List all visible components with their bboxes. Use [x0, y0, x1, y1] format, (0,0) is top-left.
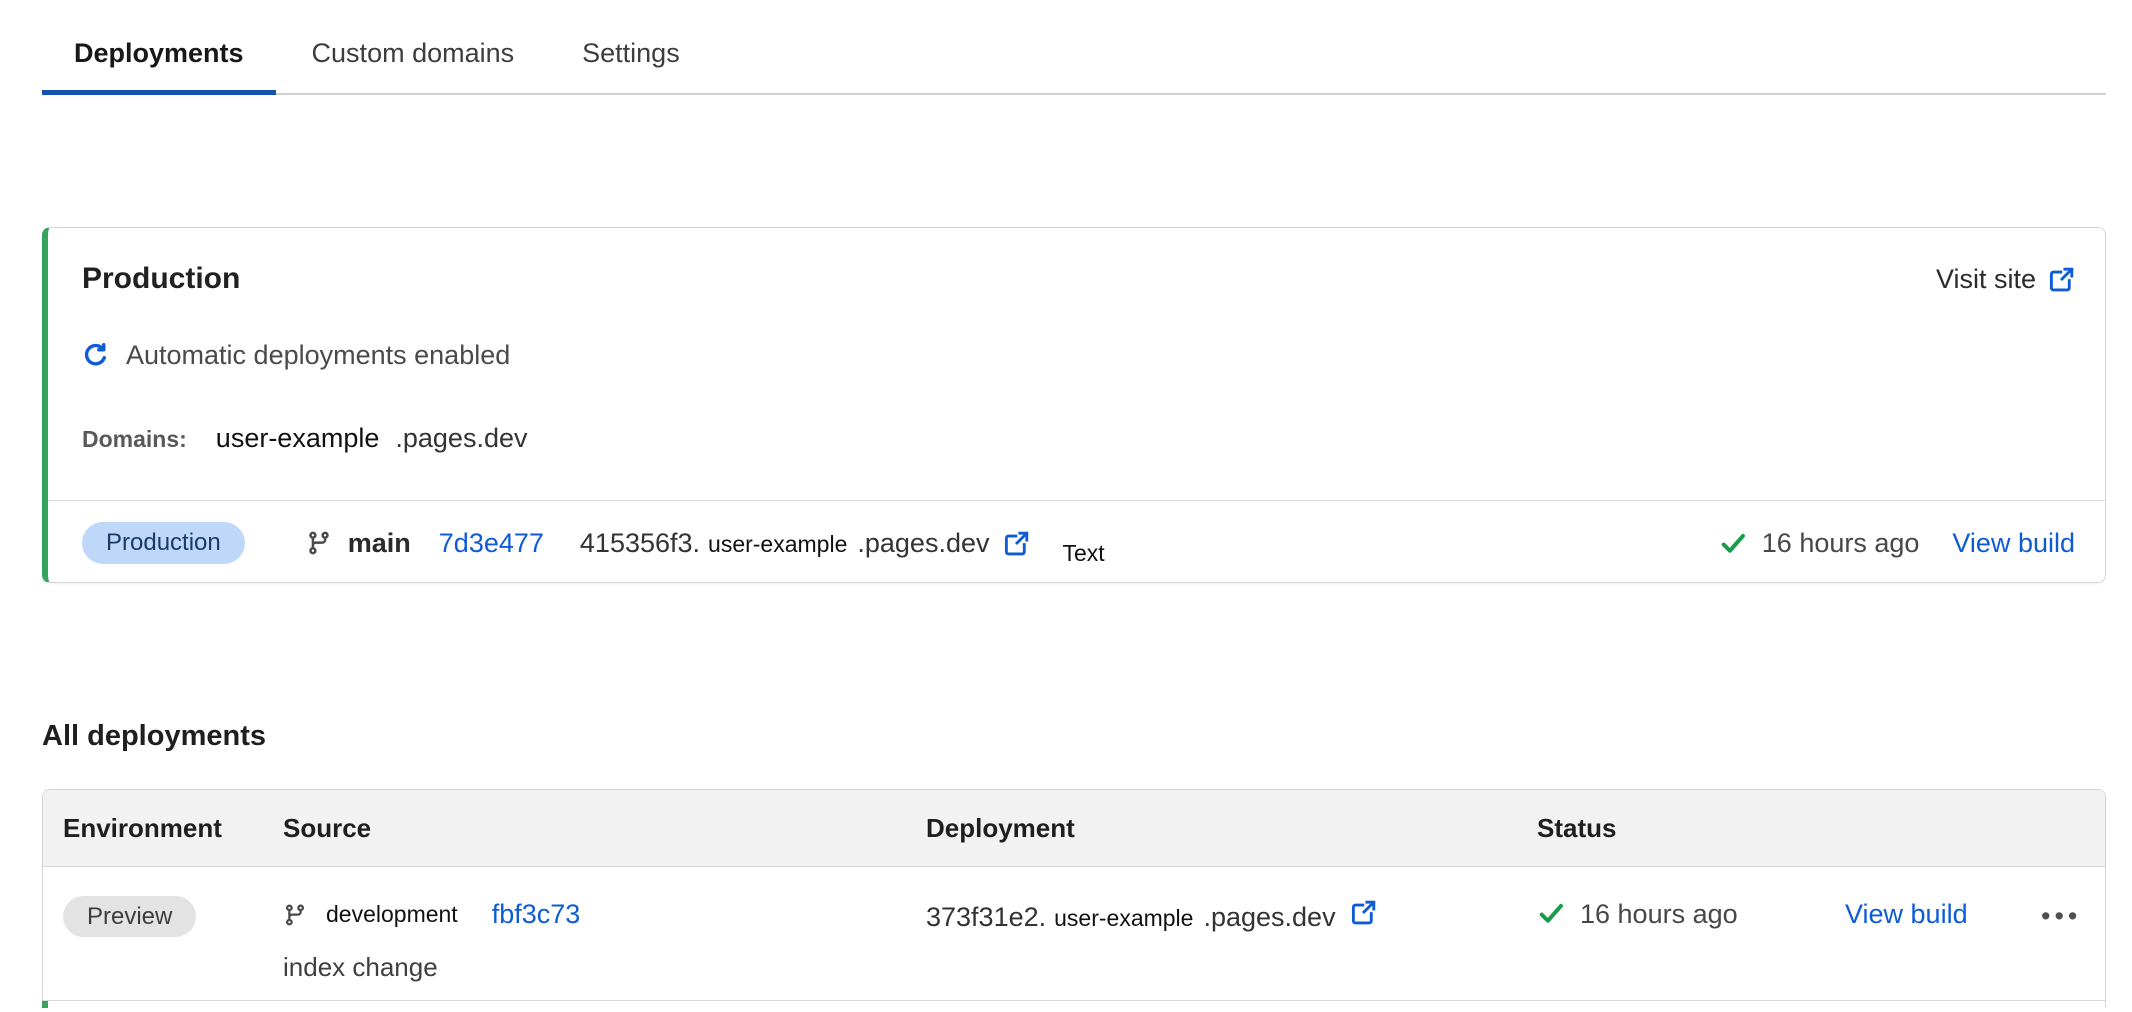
tab-settings[interactable]: Settings: [550, 30, 712, 93]
table-row: Preview development fbf3c73 index change…: [43, 867, 2105, 1001]
domains-label: Domains:: [82, 426, 187, 453]
deployment-status-group: 16 hours ago View build: [1719, 528, 2075, 559]
source-cell: development fbf3c73 index change: [263, 867, 906, 1000]
tab-deployments[interactable]: Deployments: [42, 30, 276, 93]
view-build-link[interactable]: View build: [1845, 899, 1968, 929]
auto-deployments-text: Automatic deployments enabled: [126, 340, 510, 371]
deployment-url-prefix: 373f31e2.: [926, 902, 1046, 933]
next-row-accent: [42, 1001, 2105, 1008]
column-header-environment: Environment: [43, 813, 263, 844]
commit-link[interactable]: fbf3c73: [492, 899, 581, 930]
deployments-table: Environment Source Deployment Status Pre…: [42, 789, 2106, 1008]
check-icon: [1537, 899, 1566, 928]
source-branch-line: development fbf3c73: [283, 899, 906, 930]
production-card: Production Visit site Automa: [42, 227, 2106, 583]
deployment-cell: 373f31e2. user-example .pages.dev: [906, 867, 1517, 1000]
git-branch-icon: [306, 530, 332, 556]
domains-row: Domains: user-example .pages.dev: [82, 423, 2075, 454]
deployment-url-name: user-example: [708, 531, 847, 558]
deployment-note: Text: [1062, 540, 1104, 567]
commit-link[interactable]: 7d3e477: [439, 528, 544, 559]
more-options-icon[interactable]: •••: [2021, 867, 2105, 1000]
commit-message: index change: [283, 952, 906, 983]
tab-bar: Deployments Custom domains Settings: [42, 0, 2106, 95]
view-build-cell: View build: [1825, 867, 2021, 1000]
visit-site-link[interactable]: Visit site: [1936, 264, 2075, 295]
deployment-time: 16 hours ago: [1762, 528, 1920, 559]
check-icon: [1719, 529, 1748, 558]
environment-badge-production: Production: [82, 522, 245, 564]
environment-cell: Preview: [43, 867, 263, 1000]
production-deployment-row: Production main 7d3e477 415356f3. user-e…: [82, 501, 2075, 585]
deployment-url-suffix: .pages.dev: [857, 528, 989, 559]
column-header-status: Status: [1517, 813, 1825, 844]
tab-custom-domains[interactable]: Custom domains: [280, 30, 547, 93]
auto-deployments-status: Automatic deployments enabled: [82, 340, 2075, 371]
all-deployments-heading: All deployments: [42, 720, 2106, 753]
deployments-table-header: Environment Source Deployment Status: [43, 790, 2105, 867]
branch-name: development: [326, 901, 458, 928]
column-header-deployment: Deployment: [906, 813, 1517, 844]
git-branch-icon: [283, 903, 307, 927]
deployment-url: 373f31e2. user-example .pages.dev: [926, 899, 1517, 933]
deployment-url-prefix: 415356f3.: [580, 528, 700, 559]
environment-badge-preview: Preview: [63, 896, 196, 937]
external-link-icon[interactable]: [1350, 899, 1377, 926]
branch-name: main: [348, 528, 411, 559]
external-link-icon: [2048, 266, 2075, 293]
visit-site-label: Visit site: [1936, 264, 2036, 295]
production-card-header: Production Visit site: [82, 262, 2075, 296]
column-header-source: Source: [263, 813, 906, 844]
deployment-url-name: user-example: [1054, 905, 1193, 932]
domain-name: user-example: [216, 423, 380, 454]
external-link-icon[interactable]: [1003, 530, 1030, 557]
view-build-link[interactable]: View build: [1952, 528, 2075, 559]
domain-suffix: .pages.dev: [395, 423, 527, 454]
production-card-title: Production: [82, 262, 240, 296]
status-cell: 16 hours ago: [1517, 867, 1825, 1000]
pages-project-view: Deployments Custom domains Settings Prod…: [0, 0, 2132, 1008]
refresh-icon: [82, 342, 109, 369]
deployment-url-suffix: .pages.dev: [1203, 902, 1335, 933]
deployment-time: 16 hours ago: [1580, 899, 1738, 930]
deployment-url: 415356f3. user-example .pages.dev: [580, 528, 990, 559]
